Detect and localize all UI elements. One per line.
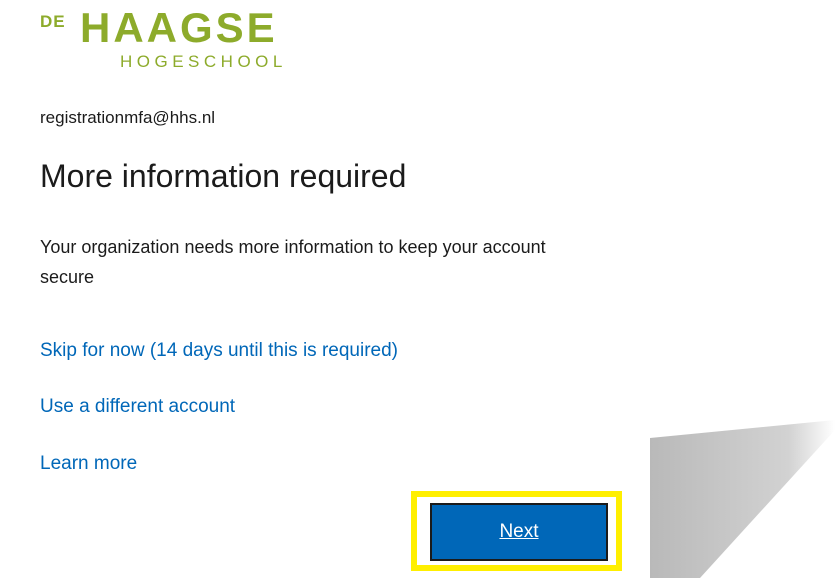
de-haagse-hogeschool-logo: DE HAAGSE HOGESCHOOL	[40, 4, 340, 76]
account-email: registrationmfa@hhs.nl	[40, 108, 216, 127]
next-button[interactable]: Next	[430, 503, 608, 561]
logo-sub-text: HOGESCHOOL	[120, 52, 287, 71]
page-description: Your organization needs more information…	[40, 237, 546, 287]
skip-for-now-link[interactable]: Skip for now (14 days until this is requ…	[40, 340, 398, 362]
logo-prefix: DE	[40, 12, 66, 31]
page-title: More information required	[40, 158, 407, 194]
mfa-registration-page: DE HAAGSE HOGESCHOOL registrationmfa@hhs…	[0, 0, 835, 578]
logo-main-text: HAAGSE	[80, 4, 278, 51]
use-different-account-link[interactable]: Use a different account	[40, 396, 235, 418]
learn-more-link[interactable]: Learn more	[40, 453, 137, 475]
